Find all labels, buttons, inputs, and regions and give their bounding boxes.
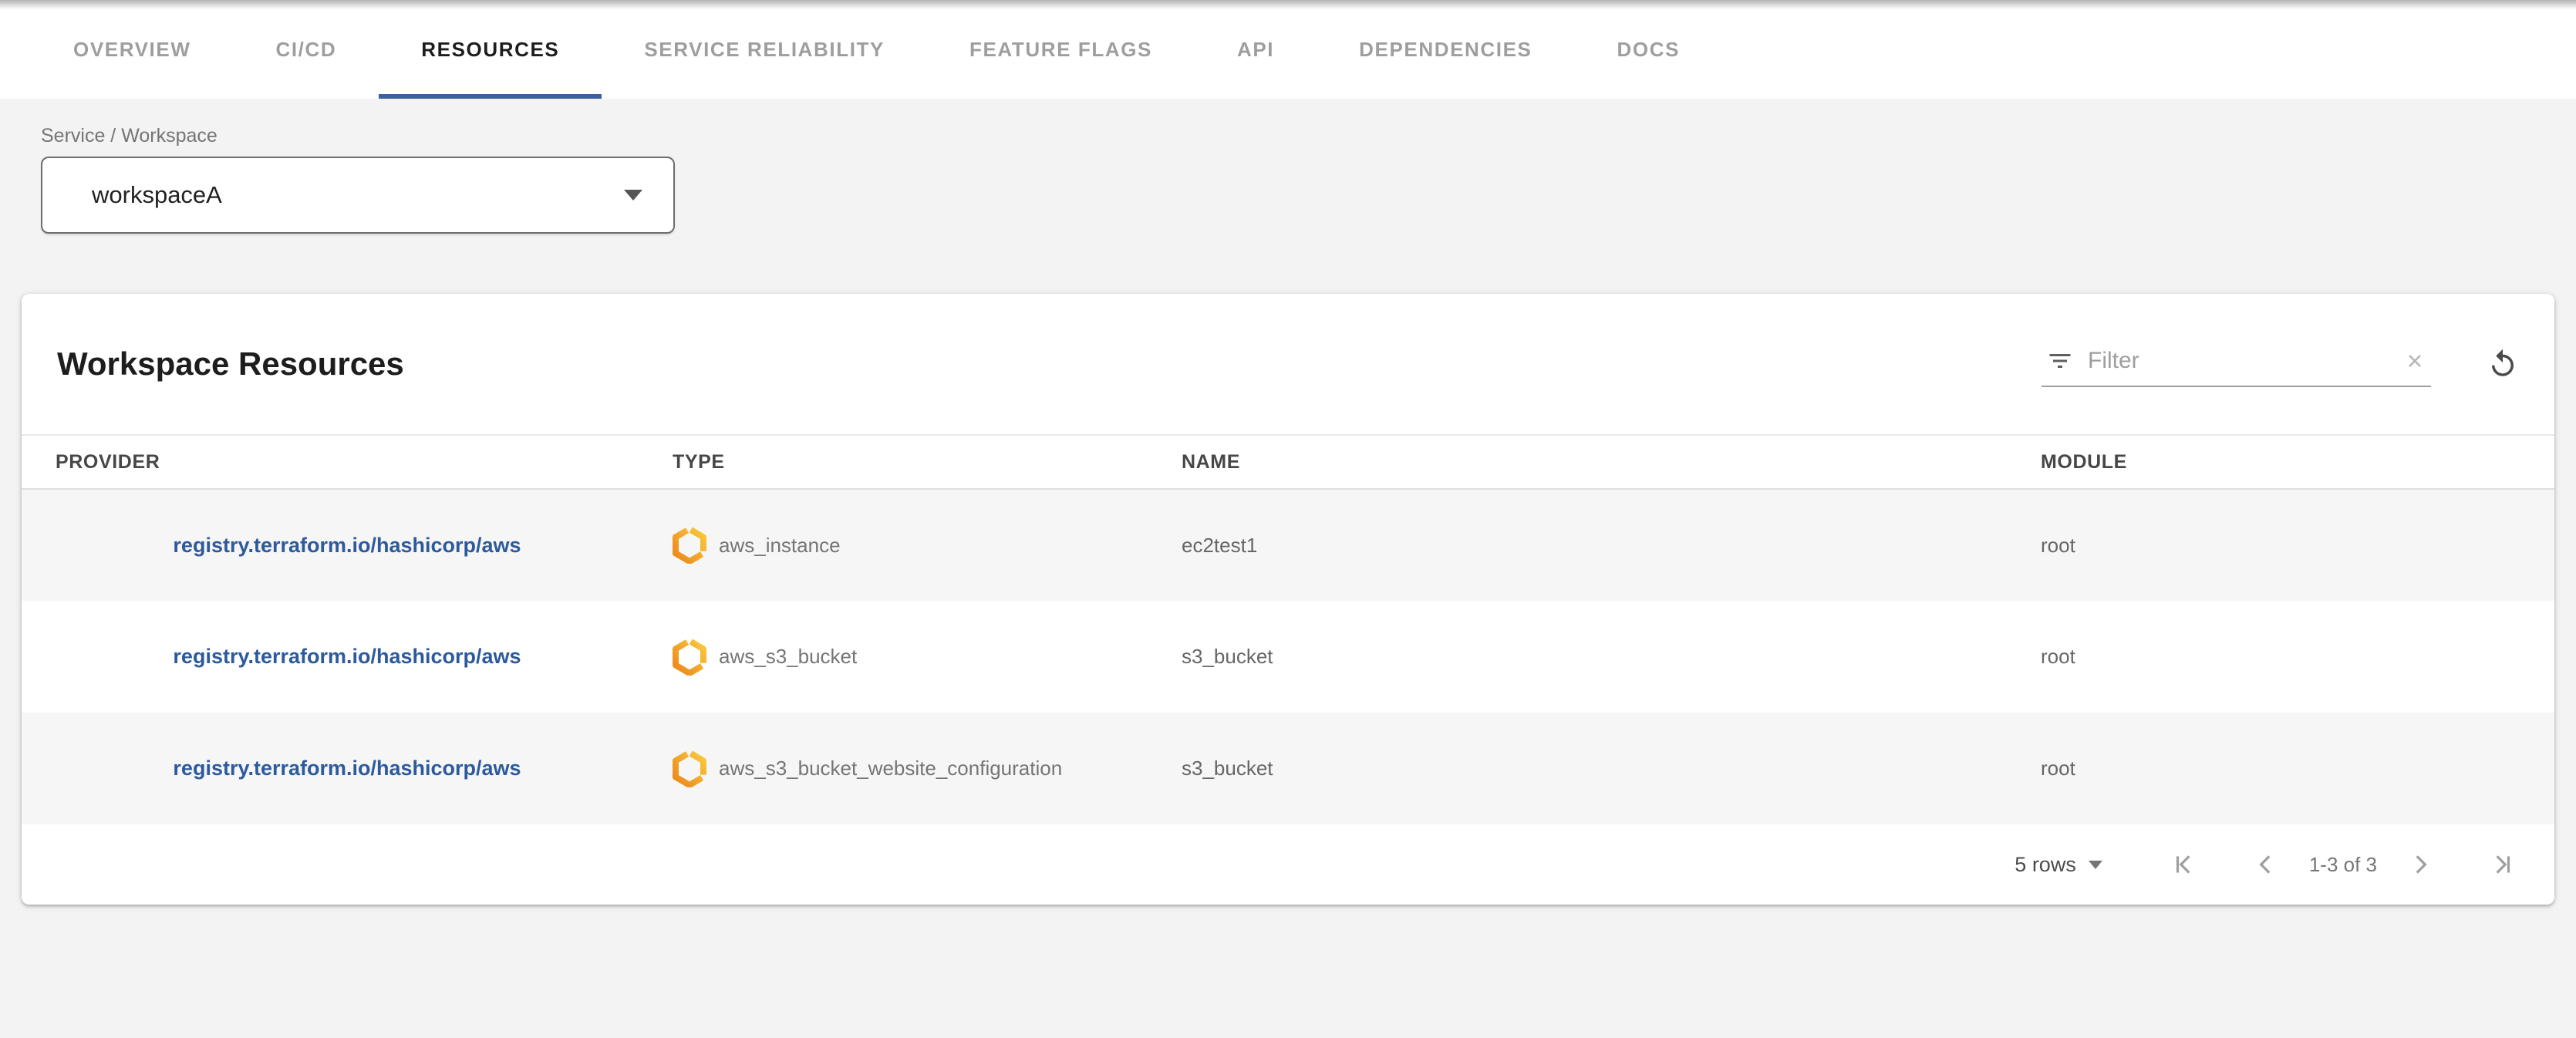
- close-icon: [2403, 349, 2426, 372]
- chevron-down-icon: [2089, 861, 2102, 869]
- resource-type: aws_s3_bucket: [673, 639, 1182, 676]
- refresh-button[interactable]: [2487, 348, 2519, 380]
- card-header: Workspace Resources: [22, 294, 2554, 434]
- provider-link[interactable]: registry.terraform.io/hashicorp/aws: [173, 645, 521, 668]
- filter-box: [2042, 341, 2431, 387]
- tab-dependencies[interactable]: DEPENDENCIES: [1317, 0, 1574, 99]
- last-page-icon: [2488, 851, 2516, 878]
- provider-link[interactable]: registry.terraform.io/hashicorp/aws: [173, 757, 521, 780]
- resource-type: aws_s3_bucket_website_configuration: [673, 750, 1182, 787]
- tab-resources[interactable]: RESOURCES: [379, 0, 602, 99]
- filter-input[interactable]: [2088, 348, 2389, 374]
- tab-docs[interactable]: DOCS: [1575, 0, 1723, 99]
- resource-module: root: [2041, 713, 2554, 824]
- hexagon-resource-icon: [673, 639, 706, 676]
- last-page-button[interactable]: [2480, 843, 2524, 886]
- resource-name: s3_bucket: [1182, 601, 2041, 713]
- workspace-selector-label: Service / Workspace: [41, 125, 2576, 147]
- first-page-icon: [2170, 851, 2198, 878]
- rows-per-page-select[interactable]: 5 rows: [2015, 853, 2102, 877]
- resource-type-label: aws_instance: [719, 534, 841, 558]
- resource-name: s3_bucket: [1182, 713, 2041, 824]
- previous-page-button[interactable]: [2244, 843, 2288, 886]
- tab-ci-cd[interactable]: CI/CD: [233, 0, 379, 99]
- chevron-left-icon: [2252, 851, 2280, 878]
- resource-module: root: [2041, 601, 2554, 713]
- provider-link[interactable]: registry.terraform.io/hashicorp/aws: [173, 534, 521, 557]
- workspace-select-value: workspaceA: [92, 181, 222, 209]
- hexagon-resource-icon: [673, 750, 706, 787]
- chevron-down-icon: [624, 190, 642, 201]
- table-body: registry.terraform.io/hashicorp/aws aws_i…: [22, 489, 2554, 824]
- page-range-label: 1-3 of 3: [2309, 853, 2377, 877]
- table-row: registry.terraform.io/hashicorp/aws aws_i…: [22, 489, 2554, 601]
- workspace-resources-card: Workspace Resources: [22, 294, 2554, 905]
- resource-type-label: aws_s3_bucket: [719, 645, 857, 669]
- tab-feature-flags[interactable]: FEATURE FLAGS: [927, 0, 1195, 99]
- card-title: Workspace Resources: [57, 345, 404, 383]
- tab-bar: OVERVIEWCI/CDRESOURCESSERVICE RELIABILIT…: [0, 0, 2576, 99]
- column-header-name: NAME: [1182, 435, 2041, 489]
- workspace-select[interactable]: workspaceA: [41, 157, 675, 234]
- next-page-button[interactable]: [2399, 843, 2442, 886]
- column-header-provider: PROVIDER: [22, 435, 673, 489]
- first-page-button[interactable]: [2163, 843, 2206, 886]
- resources-table: PROVIDERTYPENAMEMODULE registry.terrafor…: [22, 434, 2554, 824]
- tab-overview[interactable]: OVERVIEW: [31, 0, 233, 99]
- pagination-bar: 5 rows 1-3 of 3: [22, 824, 2554, 905]
- tab-api[interactable]: API: [1195, 0, 1317, 99]
- tab-service-reliability[interactable]: SERVICE RELIABILITY: [602, 0, 927, 99]
- column-header-type: TYPE: [673, 435, 1182, 489]
- page-body: Service / Workspace workspaceA Workspace…: [0, 99, 2576, 905]
- chevron-right-icon: [2406, 851, 2434, 878]
- resource-name: ec2test1: [1182, 489, 2041, 601]
- table-row: registry.terraform.io/hashicorp/aws aws_s…: [22, 713, 2554, 824]
- filter-zone: [2042, 341, 2519, 387]
- resource-type: aws_instance: [673, 527, 1182, 564]
- resource-type-label: aws_s3_bucket_website_configuration: [719, 757, 1062, 780]
- table-row: registry.terraform.io/hashicorp/aws aws_s…: [22, 601, 2554, 713]
- hexagon-resource-icon: [673, 527, 706, 564]
- clear-filter-button[interactable]: [2403, 349, 2426, 372]
- pagination-controls: 1-3 of 3: [2163, 843, 2524, 886]
- column-header-module: MODULE: [2041, 435, 2554, 489]
- filter-list-icon: [2046, 347, 2074, 375]
- refresh-icon: [2487, 348, 2519, 380]
- table-header-row: PROVIDERTYPENAMEMODULE: [22, 435, 2554, 489]
- resource-module: root: [2041, 489, 2554, 601]
- rows-per-page-label: 5 rows: [2015, 853, 2076, 877]
